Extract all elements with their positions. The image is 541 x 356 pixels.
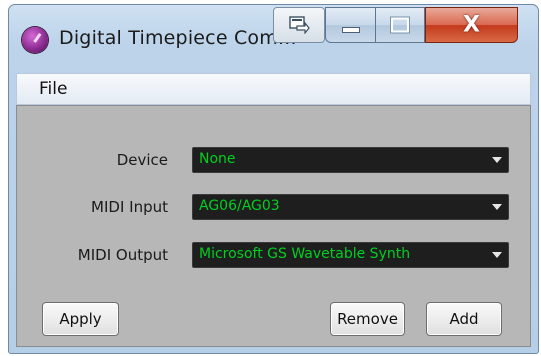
title-bar[interactable]: Digital Timepiece Com... X [9,5,538,65]
minimize-button[interactable] [325,7,375,43]
chevron-down-icon [492,204,502,210]
minimize-icon [341,27,360,33]
maximize-button[interactable] [375,7,425,43]
menu-file[interactable]: File [39,79,67,99]
apply-button[interactable]: Apply [42,302,119,336]
settings-panel: Device None MIDI Input AG06/AG03 MIDI Ou… [16,105,531,347]
app-window: Digital Timepiece Com... X File Device N… [8,4,539,354]
remove-button[interactable]: Remove [330,302,405,336]
midi-output-dropdown[interactable]: Microsoft GS Wavetable Synth [192,242,509,268]
maximize-icon [390,16,410,34]
midi-output-label: MIDI Output [77,246,168,264]
midi-input-dropdown[interactable]: AG06/AG03 [192,194,509,220]
chevron-down-icon [492,157,502,163]
device-dropdown[interactable]: None [192,147,509,173]
midi-input-value: AG06/AG03 [199,198,280,214]
add-button[interactable]: Add [426,302,502,336]
midi-output-value: Microsoft GS Wavetable Synth [199,246,411,262]
midi-input-label: MIDI Input [91,198,168,216]
device-label: Device [116,151,168,169]
clock-app-icon[interactable] [22,27,48,53]
chevron-down-icon [492,252,502,258]
restore-window-button[interactable] [273,7,325,43]
menu-bar: File [16,73,531,105]
close-button[interactable]: X [425,7,518,43]
device-value: None [199,151,236,167]
close-icon: X [463,12,480,38]
restore-window-icon [289,16,310,34]
